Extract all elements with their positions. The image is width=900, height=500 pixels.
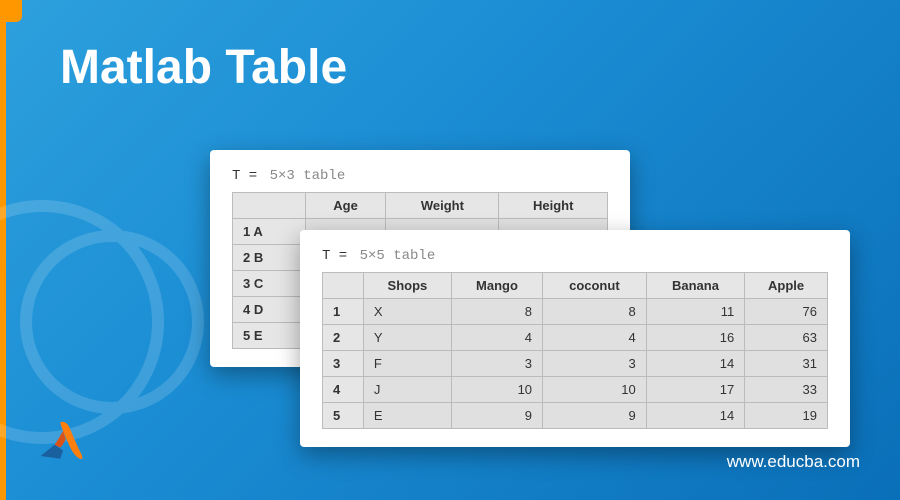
cell-value: 9 — [543, 403, 647, 429]
cell-value: 8 — [543, 299, 647, 325]
cell-value: 76 — [745, 299, 828, 325]
row-label: 4 — [323, 377, 364, 403]
matlab-logo-icon — [35, 414, 91, 470]
row-label: 1 — [323, 299, 364, 325]
table-row: 1 X 8 8 11 76 — [323, 299, 828, 325]
header-cell: Mango — [451, 273, 542, 299]
caption-dim: 5×5 table — [360, 248, 436, 264]
caption-var: T = — [322, 248, 347, 264]
row-label: 1 A — [233, 219, 306, 245]
cell-value: 16 — [646, 325, 744, 351]
table-row: 5 E 9 9 14 19 — [323, 403, 828, 429]
cell-value: 8 — [451, 299, 542, 325]
row-label: 4 D — [233, 297, 306, 323]
table-row: 2 Y 4 4 16 63 — [323, 325, 828, 351]
background-circles — [0, 200, 220, 500]
matlab-table-front: Shops Mango coconut Banana Apple 1 X 8 8… — [322, 272, 828, 429]
table-row: 3 F 3 3 14 31 — [323, 351, 828, 377]
cell-shop: X — [363, 299, 451, 325]
header-cell: Age — [305, 193, 385, 219]
cell-value: 9 — [451, 403, 542, 429]
cell-value: 4 — [543, 325, 647, 351]
cell-value: 33 — [745, 377, 828, 403]
cell-value: 19 — [745, 403, 828, 429]
row-label: 2 — [323, 325, 364, 351]
row-label: 3 — [323, 351, 364, 377]
cell-value: 3 — [543, 351, 647, 377]
cell-shop: J — [363, 377, 451, 403]
cell-shop: E — [363, 403, 451, 429]
header-cell: Apple — [745, 273, 828, 299]
accent-corner — [0, 0, 22, 22]
row-label: 5 E — [233, 323, 306, 349]
cell-shop: Y — [363, 325, 451, 351]
cell-value: 10 — [543, 377, 647, 403]
table-row: 4 J 10 10 17 33 — [323, 377, 828, 403]
page-title: Matlab Table — [60, 40, 347, 95]
header-cell: Shops — [363, 273, 451, 299]
row-label: 5 — [323, 403, 364, 429]
caption-dim: 5×3 table — [270, 168, 346, 184]
table-card-front: T = 5×5 table Shops Mango coconut Banana… — [300, 230, 850, 447]
cell-value: 4 — [451, 325, 542, 351]
caption-var: T = — [232, 168, 257, 184]
cell-value: 11 — [646, 299, 744, 325]
cell-value: 31 — [745, 351, 828, 377]
cell-value: 3 — [451, 351, 542, 377]
header-cell: Banana — [646, 273, 744, 299]
table-header-row: Age Weight Height — [233, 193, 608, 219]
cell-value: 17 — [646, 377, 744, 403]
cell-shop: F — [363, 351, 451, 377]
table-caption: T = 5×5 table — [322, 248, 828, 264]
cell-value: 10 — [451, 377, 542, 403]
header-cell: Height — [499, 193, 608, 219]
cell-value: 63 — [745, 325, 828, 351]
table-caption: T = 5×3 table — [232, 168, 608, 184]
table-header-row: Shops Mango coconut Banana Apple — [323, 273, 828, 299]
cell-value: 14 — [646, 403, 744, 429]
row-label: 3 C — [233, 271, 306, 297]
footer-url: www.educba.com — [727, 452, 860, 472]
header-cell — [323, 273, 364, 299]
cell-value: 14 — [646, 351, 744, 377]
header-cell: coconut — [543, 273, 647, 299]
header-cell: Weight — [386, 193, 499, 219]
header-cell — [233, 193, 306, 219]
row-label: 2 B — [233, 245, 306, 271]
